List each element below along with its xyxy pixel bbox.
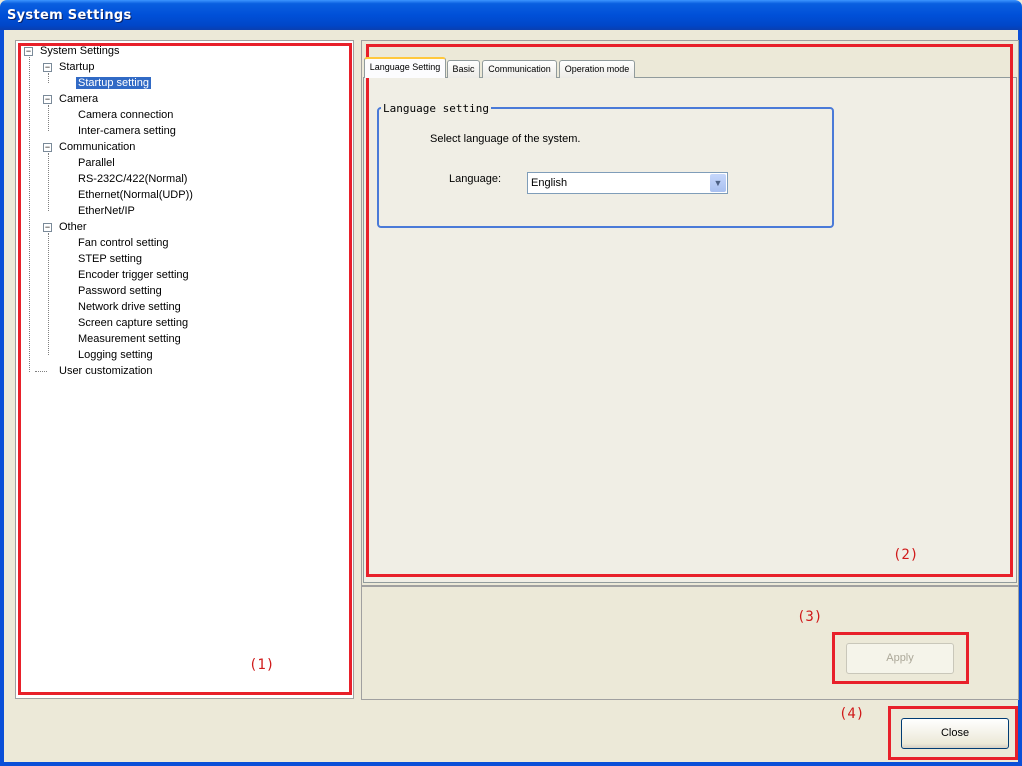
- window-frame-left: [0, 30, 4, 766]
- window-titlebar[interactable]: System Settings: [0, 0, 1022, 30]
- annotation-box-1: [18, 43, 352, 695]
- tab-label: Language Setting: [369, 62, 441, 72]
- callout-2: (2): [893, 547, 919, 563]
- annotation-box-4: [888, 706, 1018, 760]
- annotation-box-3: [832, 632, 969, 684]
- callout-4: (4): [839, 706, 865, 722]
- window-frame-bottom: [0, 762, 1022, 766]
- tab-language-setting[interactable]: Language Setting: [364, 57, 446, 78]
- callout-1: (1): [249, 657, 275, 673]
- callout-3: (3): [797, 609, 823, 625]
- annotation-box-2: [366, 44, 1013, 577]
- window-title: System Settings: [7, 8, 132, 23]
